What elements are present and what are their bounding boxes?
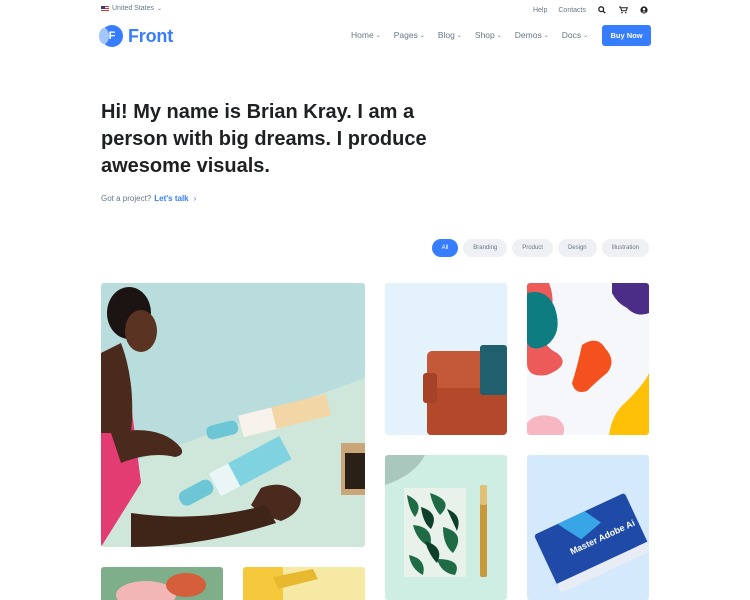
help-link[interactable]: Help — [533, 7, 547, 14]
nav-item-pages[interactable]: Pages ⌄ — [394, 30, 425, 40]
buy-now-button[interactable]: Buy Now — [602, 25, 651, 46]
chevron-right-icon: › — [193, 194, 197, 203]
filter-design[interactable]: Design — [557, 239, 597, 257]
chevron-down-icon: ⌄ — [496, 32, 502, 39]
book-cover-illustration: Master Adobe Ai — [527, 455, 649, 600]
cta-prompt: Got a project? — [101, 194, 152, 203]
region-selector[interactable]: United States ⌄ — [101, 5, 162, 12]
portfolio-item-chair[interactable] — [385, 283, 507, 435]
filter-all[interactable]: All — [431, 239, 459, 257]
swatches-photo — [243, 567, 365, 600]
portfolio-filters: All Branding Product Design Illustration — [431, 239, 649, 257]
region-label: United States — [112, 5, 155, 12]
filter-product[interactable]: Product — [512, 239, 553, 257]
chevron-down-icon: ⌄ — [583, 32, 589, 39]
nav-item-docs[interactable]: Docs ⌄ — [562, 30, 588, 40]
top-links: Help Contacts — [533, 5, 649, 15]
user-icon[interactable] — [639, 5, 649, 15]
chevron-down-icon: ⌄ — [543, 32, 549, 39]
main-nav: Home ⌄ Pages ⌄ Blog ⌄ Shop ⌄ Demos ⌄ Docs ⌄ — [351, 30, 601, 40]
search-icon[interactable] — [597, 5, 607, 15]
project-cta: Got a project? Let's talk › — [101, 194, 196, 203]
abstract-shapes-illustration — [527, 283, 649, 435]
brand-name: Front — [128, 25, 173, 46]
portfolio-item-abstract[interactable] — [527, 283, 649, 435]
nav-item-shop[interactable]: Shop ⌄ — [475, 30, 502, 40]
notebook-photo — [385, 455, 507, 600]
top-bar: United States ⌄ Help Contacts — [0, 0, 750, 20]
contacts-link[interactable]: Contacts — [558, 7, 586, 14]
logo-mark-icon: F — [99, 25, 123, 47]
filter-branding[interactable]: Branding — [463, 239, 508, 257]
packaging-photo — [101, 283, 365, 547]
chevron-down-icon: ⌄ — [157, 6, 163, 12]
brand-logo[interactable]: F Front — [99, 25, 173, 47]
pillow-photo — [101, 567, 223, 600]
nav-item-blog[interactable]: Blog ⌄ — [438, 30, 462, 40]
cart-icon[interactable] — [618, 5, 628, 15]
portfolio-item-pillow[interactable] — [101, 567, 223, 600]
portfolio-item-swatches[interactable] — [243, 567, 365, 600]
lets-talk-link[interactable]: Let's talk — [154, 194, 188, 203]
us-flag-icon — [101, 5, 109, 12]
chair-photo — [385, 283, 507, 435]
portfolio-item-book[interactable]: Master Adobe Ai — [527, 455, 649, 600]
portfolio-item-notebook[interactable] — [385, 455, 507, 600]
hero-headline: Hi! My name is Brian Kray. I am a person… — [101, 101, 427, 177]
nav-item-home[interactable]: Home ⌄ — [351, 30, 381, 40]
chevron-down-icon: ⌄ — [419, 32, 425, 39]
portfolio-item-packaging[interactable] — [101, 283, 365, 547]
chevron-down-icon: ⌄ — [375, 32, 381, 39]
chevron-down-icon: ⌄ — [456, 32, 462, 39]
nav-item-demos[interactable]: Demos ⌄ — [515, 30, 549, 40]
filter-illustration[interactable]: Illustration — [601, 239, 649, 257]
